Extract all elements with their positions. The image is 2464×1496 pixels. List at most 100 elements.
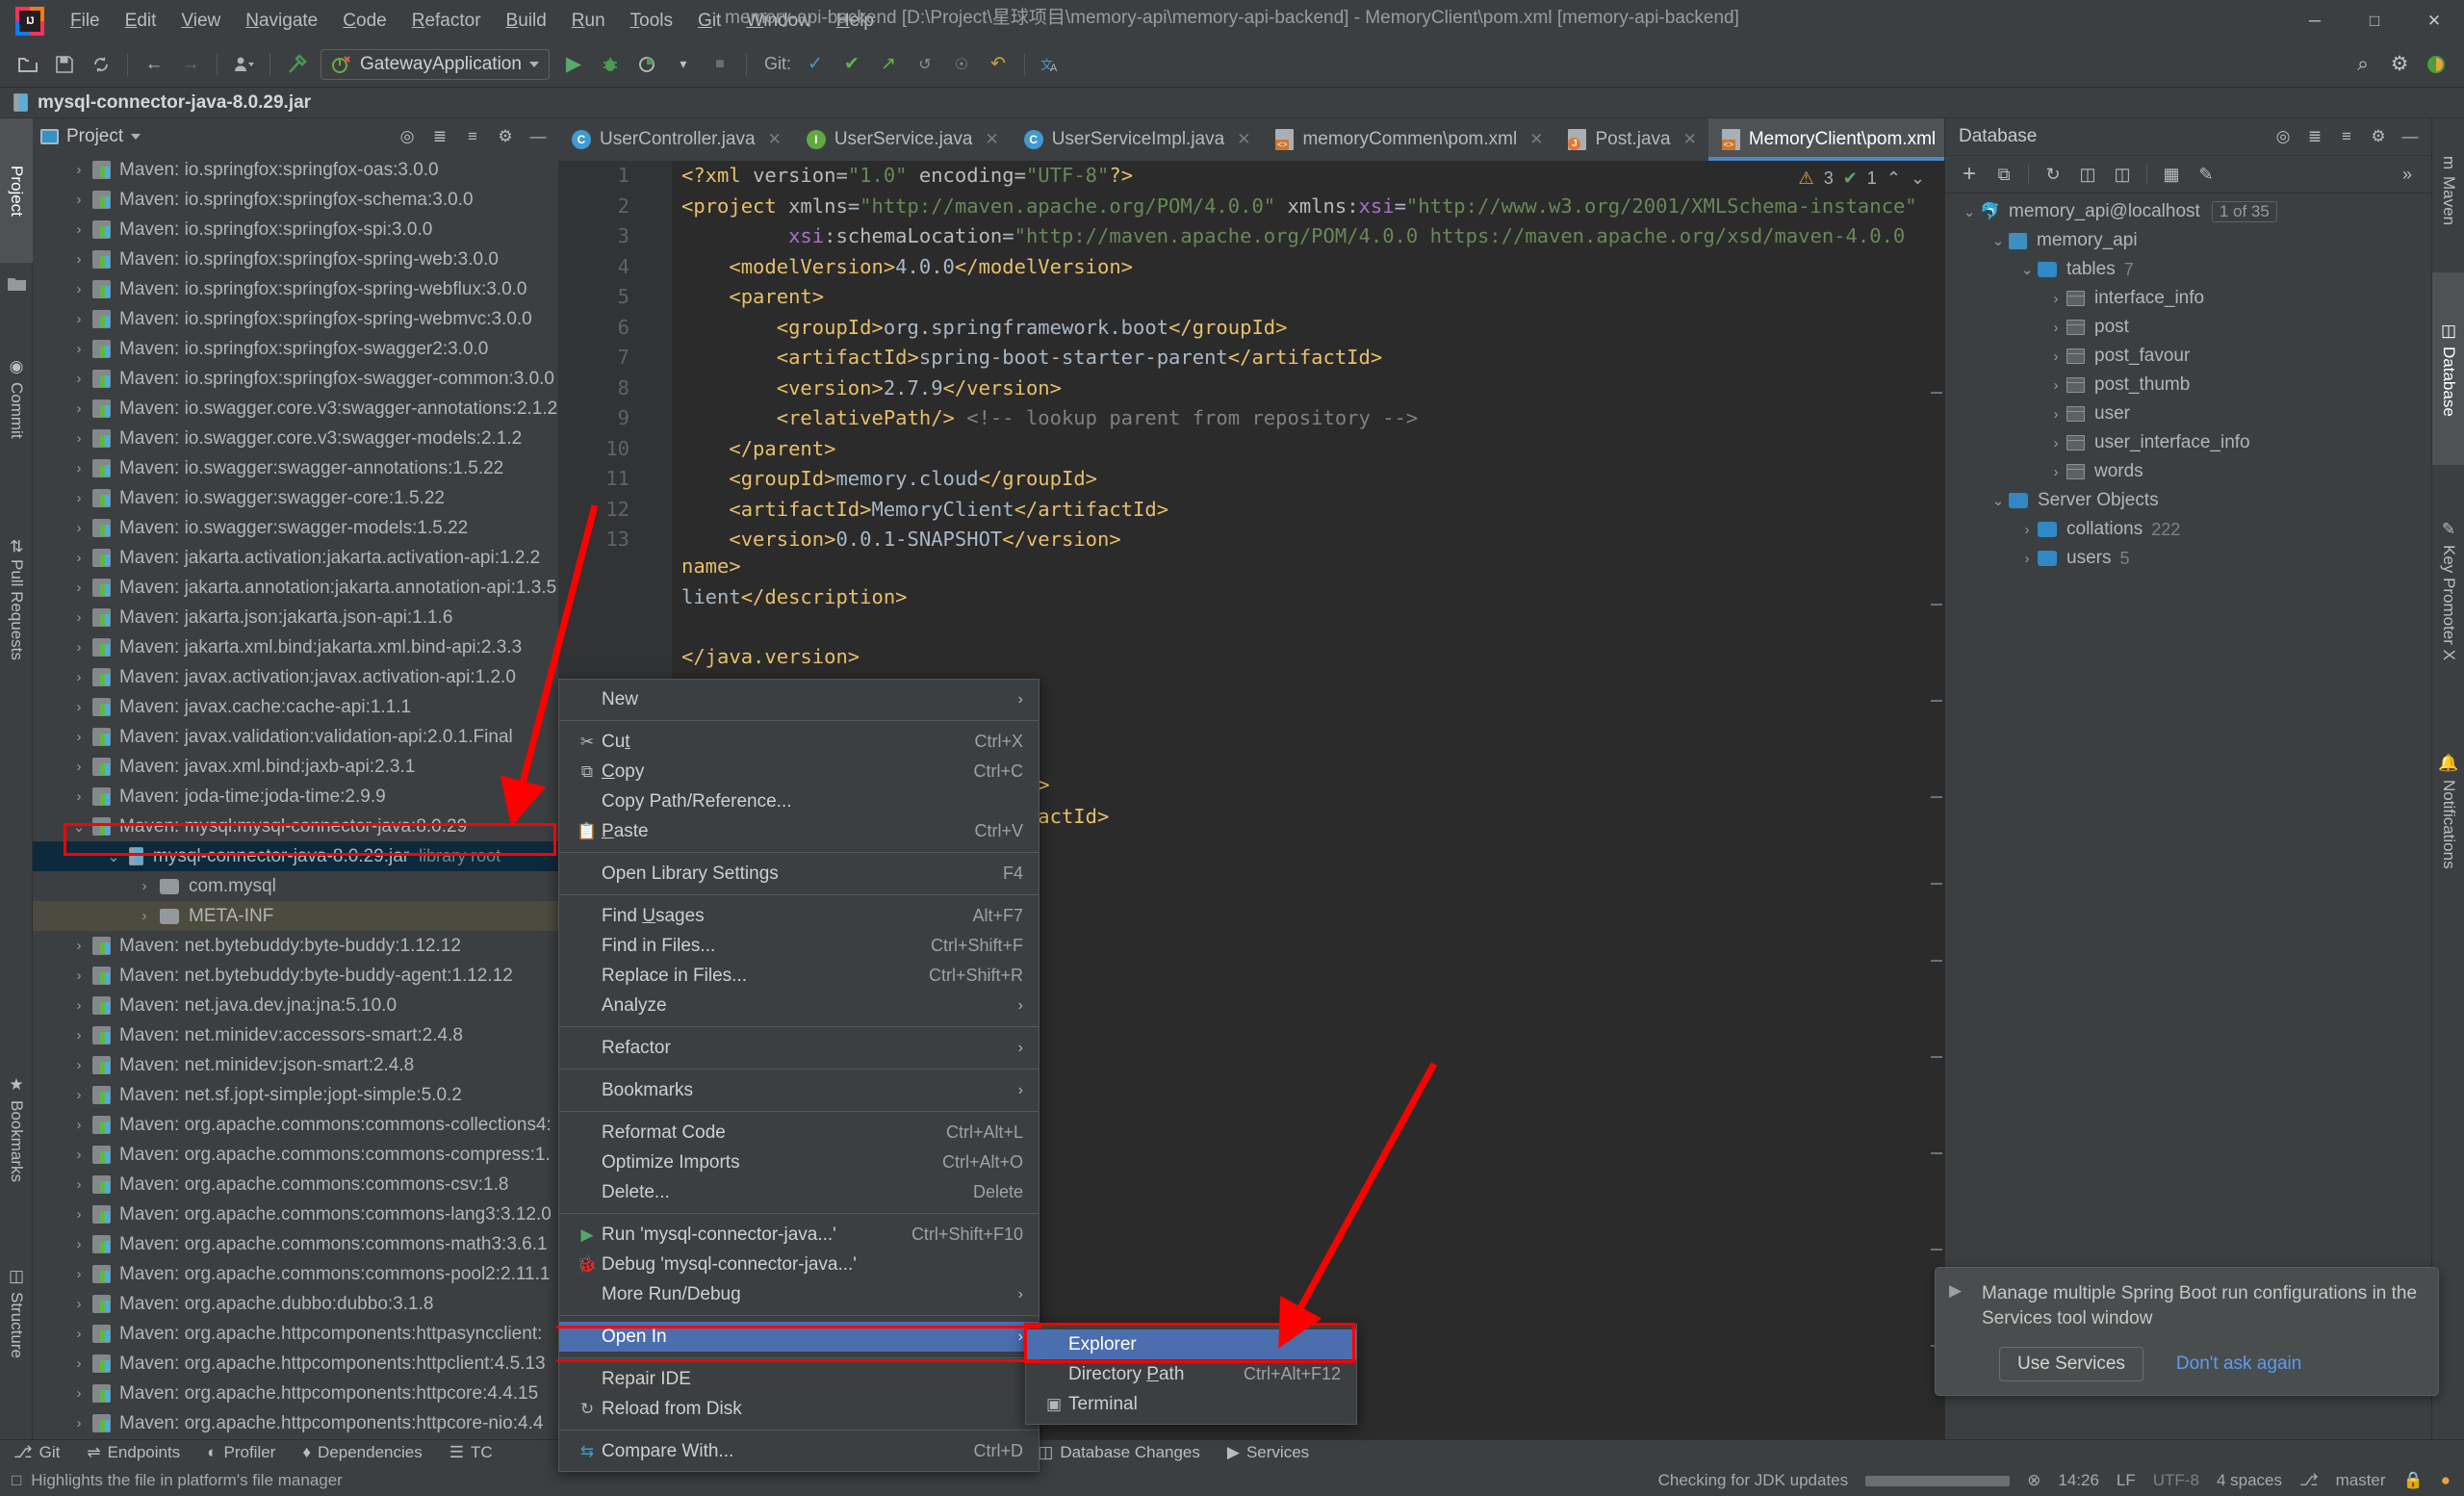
chevron-right-icon[interactable]: › — [2045, 320, 2066, 336]
database-tree[interactable]: ⌄ 🐬 memory_api@localhost 1 of 35 ⌄ memory_api… — [1945, 193, 2431, 573]
chevron-right-icon[interactable]: › — [69, 997, 89, 1014]
tree-row[interactable]: › Maven: javax.validation:validation-api:… — [33, 722, 558, 752]
close-icon[interactable]: ✕ — [1683, 130, 1697, 149]
menu-run[interactable]: Run — [559, 7, 618, 36]
tree-row[interactable]: › Maven: joda-time:joda-time:2.9.9 — [33, 782, 558, 812]
db-tree-row[interactable]: › post_thumb — [1945, 371, 2431, 400]
tree-row[interactable]: › Maven: org.apache.httpcomponents:httpas… — [33, 1319, 558, 1349]
code-line[interactable]: <groupId>memory.cloud</groupId> — [681, 464, 1944, 495]
menu-item[interactable]: ✂ Cut Ctrl+X — [559, 727, 1039, 757]
tree-row[interactable]: › Maven: io.swagger:swagger-core:1.5.22 — [33, 483, 558, 513]
sidebar-item-database[interactable]: ◫ Database — [2432, 272, 2464, 465]
tree-row[interactable]: › Maven: org.apache.httpcomponents:httpcl… — [33, 1349, 558, 1379]
chevron-right-icon[interactable]: › — [69, 580, 89, 596]
chevron-right-icon[interactable]: › — [2045, 377, 2066, 394]
menu-item[interactable]: Copy Path/Reference... — [559, 787, 1039, 816]
git-commit-icon[interactable]: ✔ — [835, 48, 868, 81]
db-tree-row[interactable]: › interface_info — [1945, 284, 2431, 313]
tree-row[interactable]: › Maven: org.apache.commons:commons-compr… — [33, 1140, 558, 1170]
indent-label[interactable]: 4 spaces — [2217, 1471, 2282, 1490]
chevron-right-icon[interactable]: › — [2045, 291, 2066, 307]
sidebar-item-project[interactable]: Project — [0, 118, 33, 263]
hammer-icon[interactable] — [280, 48, 313, 81]
tree-row[interactable]: › Maven: net.minidev:accessors-smart:2.4.… — [33, 1020, 558, 1050]
chevron-down-icon[interactable] — [131, 134, 141, 140]
dont-ask-again-link[interactable]: Don't ask again — [2176, 1354, 2301, 1375]
sidebar-item-key-promoter[interactable]: ✎ Key Promoter X — [2432, 475, 2464, 706]
chevron-right-icon[interactable]: › — [69, 550, 89, 566]
menu-item[interactable]: ⧉ Copy Ctrl+C — [559, 757, 1039, 787]
code-line[interactable]: <artifactId>spring-boot-starter-parent</… — [681, 343, 1944, 374]
menu-item[interactable]: Reformat Code Ctrl+Alt+L — [559, 1118, 1039, 1148]
code-line[interactable]: <version>2.7.9</version> — [681, 374, 1944, 404]
close-button[interactable]: ✕ — [2404, 0, 2464, 41]
bottom-item-git[interactable]: ⎇ Git — [0, 1443, 73, 1462]
menu-item[interactable]: Optimize Imports Ctrl+Alt+O — [559, 1148, 1039, 1177]
line-separator-label[interactable]: LF — [2117, 1471, 2136, 1490]
code-line[interactable]: <?xml version="1.0" encoding="UTF-8"?> — [681, 161, 1944, 192]
maximize-button[interactable]: □ — [2345, 0, 2404, 41]
bottom-item-todo[interactable]: ☰ TC — [436, 1443, 506, 1462]
chevron-right-icon[interactable]: › — [69, 639, 89, 656]
tree-row[interactable]: › Maven: org.apache.commons:commons-pool2… — [33, 1259, 558, 1289]
ide-icon[interactable]: ● — [2441, 1471, 2451, 1490]
sidebar-item-pull-requests[interactable]: ⇄ Pull Requests — [0, 489, 33, 710]
code-line[interactable]: <modelVersion>4.0.0</modelVersion> — [681, 252, 1944, 283]
coverage-icon[interactable] — [630, 48, 663, 81]
chevron-right-icon[interactable]: › — [69, 938, 89, 954]
tree-row[interactable]: › META-INF — [33, 901, 558, 931]
forward-icon[interactable]: → — [174, 48, 207, 81]
chevron-right-icon[interactable]: › — [135, 878, 154, 894]
chevron-right-icon[interactable]: › — [69, 1296, 89, 1312]
menu-view[interactable]: View — [168, 7, 233, 36]
tree-row[interactable]: › Maven: javax.xml.bind:jaxb-api:2.3.1 — [33, 752, 558, 782]
chevron-right-icon[interactable]: › — [69, 759, 89, 775]
lock-icon[interactable]: 🔒 — [2403, 1471, 2424, 1490]
menu-item[interactable]: ↻ Reload from Disk — [559, 1394, 1039, 1424]
chevron-down-icon[interactable]: ⌄ — [2016, 261, 2038, 278]
gear-icon[interactable]: ⚙ — [2365, 123, 2392, 150]
chevron-right-icon[interactable]: › — [69, 1266, 89, 1282]
context-menu[interactable]: New › ✂ Cut Ctrl+X ⧉ Copy Ctrl+C Copy Path/Refer… — [558, 679, 1040, 1472]
sidebar-item-bookmarks[interactable]: ★ Bookmarks — [0, 1043, 33, 1216]
more-run-icon[interactable]: ▾ — [667, 48, 700, 81]
tree-row[interactable]: › Maven: io.swagger:swagger-annotations:1… — [33, 453, 558, 483]
chevron-right-icon[interactable]: › — [69, 400, 89, 417]
editor-scrollbar[interactable] — [1927, 161, 1944, 1439]
debug-icon[interactable] — [594, 48, 627, 81]
bottom-item-services[interactable]: ▶ Services — [1214, 1443, 1322, 1462]
sidebar-item-commit[interactable]: ◉ Commit — [0, 321, 33, 475]
tree-row[interactable]: ⌄ Maven: mysql:mysql-connector-java:8.0.2… — [33, 812, 558, 841]
tree-row[interactable]: › Maven: org.apache.httpcomponents:httpco… — [33, 1379, 558, 1408]
menu-code[interactable]: Code — [330, 7, 398, 36]
menu-item[interactable]: ▣ Terminal — [1026, 1389, 1356, 1419]
menu-build[interactable]: Build — [494, 7, 559, 36]
open-in-submenu[interactable]: Explorer Directory Path Ctrl+Alt+F12 ▣ Termi… — [1025, 1324, 1357, 1425]
tree-row[interactable]: › Maven: io.springfox:springfox-spring-we… — [33, 245, 558, 274]
sidebar-item-structure[interactable]: ◫ Structure — [0, 1225, 33, 1399]
user-icon[interactable] — [227, 48, 260, 81]
code-line[interactable]: <version>0.0.1-SNAPSHOT</version> — [681, 525, 1944, 555]
chevron-right-icon[interactable]: › — [69, 609, 89, 626]
db-tree-row[interactable]: › words — [1945, 457, 2431, 486]
branch-label[interactable]: master — [2336, 1471, 2386, 1490]
editor-tab[interactable]: C UserServiceImpl.java ✕ — [1011, 118, 1263, 161]
tree-row[interactable]: › Maven: jakarta.activation:jakarta.activ… — [33, 543, 558, 573]
encoding-label[interactable]: UTF-8 — [2153, 1471, 2199, 1490]
close-icon[interactable]: ✕ — [1529, 130, 1543, 149]
locate-icon[interactable]: ◎ — [395, 124, 420, 149]
db-tree-row[interactable]: › post_favour — [1945, 342, 2431, 371]
tree-row[interactable]: › Maven: jakarta.annotation:jakarta.annot… — [33, 573, 558, 603]
tree-row[interactable]: › Maven: io.springfox:springfox-spring-we… — [33, 274, 558, 304]
sync-icon[interactable] — [85, 48, 117, 81]
hide-icon[interactable]: — — [526, 124, 551, 149]
chevron-right-icon[interactable]: › — [69, 192, 89, 208]
save-icon[interactable] — [48, 48, 81, 81]
tree-row[interactable]: › Maven: org.apache.dubbo:dubbo:3.1.8 — [33, 1289, 558, 1319]
code-line[interactable]: <project xmlns="http://maven.apache.org/… — [681, 192, 1944, 222]
tree-row[interactable]: › Maven: io.springfox:springfox-swagger2:… — [33, 334, 558, 364]
db-tree-row[interactable]: › collations 222 — [1945, 515, 2431, 544]
chevron-down-icon[interactable]: ⌄ — [1988, 232, 2009, 249]
git-history-icon[interactable]: ↺ — [909, 48, 941, 81]
menu-item[interactable]: 📋 Paste Ctrl+V — [559, 816, 1039, 846]
